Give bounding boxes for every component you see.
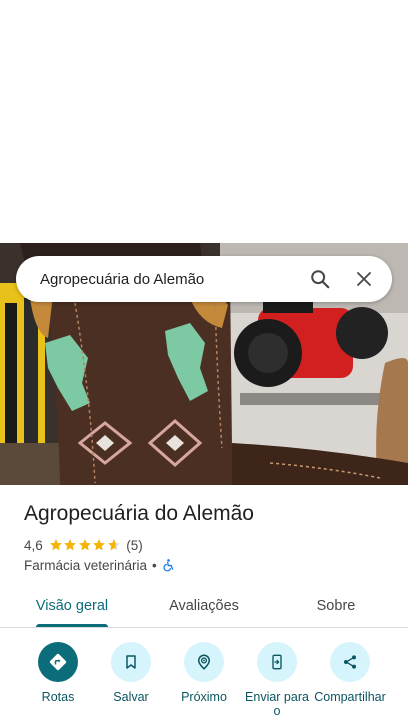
rating-stars xyxy=(49,538,122,552)
search-query[interactable]: Agropecuária do Alemão xyxy=(16,271,298,288)
star-icon xyxy=(49,539,62,551)
separator-dot: • xyxy=(152,557,157,573)
star-icon xyxy=(64,539,77,551)
directions-button[interactable]: Rotas xyxy=(21,642,95,704)
send-to-phone-button[interactable]: Enviar para o xyxy=(240,642,314,718)
search-icon[interactable] xyxy=(298,257,342,301)
save-button[interactable]: Salvar xyxy=(94,642,168,704)
nearby-label: Próximo xyxy=(181,690,227,704)
search-bar[interactable]: Agropecuária do Alemão xyxy=(16,256,392,302)
rating-value: 4,6 xyxy=(24,537,43,553)
share-label: Compartilhar xyxy=(314,690,386,704)
nearby-icon[interactable] xyxy=(184,642,224,682)
tab-overview[interactable]: Visão geral xyxy=(20,584,124,627)
directions-icon[interactable] xyxy=(38,642,78,682)
directions-label: Rotas xyxy=(41,690,75,704)
star-icon xyxy=(107,539,120,551)
share-icon[interactable] xyxy=(330,642,370,682)
category-row: Farmácia veterinária • xyxy=(24,556,175,574)
map-area[interactable] xyxy=(0,0,408,243)
send-to-phone-label: Enviar para o xyxy=(245,690,309,718)
active-tab-indicator xyxy=(36,624,108,627)
share-button[interactable]: Compartilhar xyxy=(313,642,387,704)
rating-row[interactable]: 4,6 (5) xyxy=(24,536,143,554)
close-icon[interactable] xyxy=(342,257,386,301)
tab-reviews[interactable]: Avaliações xyxy=(152,584,256,627)
send-to-phone-icon[interactable] xyxy=(257,642,297,682)
tab-bar: Visão geral Avaliações Sobre xyxy=(0,584,408,628)
star-icon xyxy=(93,539,106,551)
star-icon xyxy=(78,539,91,551)
place-category: Farmácia veterinária xyxy=(24,557,148,573)
tab-about[interactable]: Sobre xyxy=(284,584,388,627)
wheelchair-accessible-icon xyxy=(162,558,175,572)
save-label: Salvar xyxy=(113,690,149,704)
bookmark-icon[interactable] xyxy=(111,642,151,682)
place-title: Agropecuária do Alemão xyxy=(24,502,254,525)
action-bar: Rotas Salvar Próximo Enviar para o Compa… xyxy=(0,642,408,726)
review-count[interactable]: (5) xyxy=(126,538,143,553)
nearby-button[interactable]: Próximo xyxy=(167,642,241,704)
